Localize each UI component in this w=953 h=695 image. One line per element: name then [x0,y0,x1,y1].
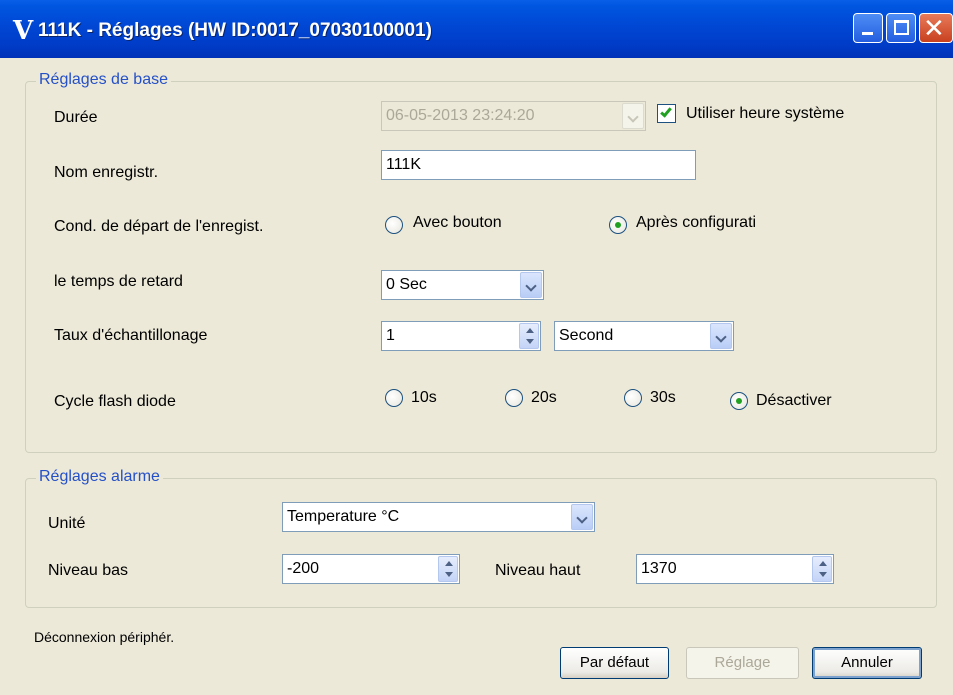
maximize-button[interactable] [886,13,916,43]
minimize-icon [862,32,873,35]
led-disable-label[interactable]: Désactiver [756,392,832,410]
record-name-value: 111K [386,156,421,173]
start-after-config-radio[interactable] [609,216,627,234]
start-with-button-radio[interactable] [385,216,403,234]
sample-rate-spinner[interactable]: 1 [381,321,541,351]
led-30s-radio[interactable] [624,389,642,407]
chevron-down-icon[interactable] [520,272,542,298]
use-system-time-label[interactable]: Utiliser heure système [686,105,844,123]
chevron-down-icon[interactable] [710,323,732,349]
led-flash-label: Cycle flash diode [54,393,176,410]
duration-value: 06-05-2013 23:24:20 [386,107,535,124]
chevron-down-icon[interactable] [571,504,593,530]
use-system-time-checkbox[interactable] [657,104,676,123]
title-bar[interactable]: V 111K - Réglages (HW ID:0017_0703010000… [0,0,953,58]
led-20s-radio[interactable] [505,389,523,407]
high-level-label: Niveau haut [495,562,581,579]
close-button[interactable]: ✕ [919,13,953,43]
cancel-button[interactable]: Annuler [812,647,922,679]
led-disable-radio[interactable] [730,392,748,410]
maximize-icon [894,20,909,35]
minimize-button[interactable] [853,13,883,43]
delay-value: 0 Sec [386,276,427,293]
record-name-input[interactable]: 111K [381,150,696,180]
alarm-settings-title: Réglages alarme [36,468,163,486]
duration-dropdown-icon [622,103,644,129]
led-30s-label[interactable]: 30s [650,389,676,407]
low-level-spinner[interactable]: -200 [282,554,460,584]
delay-label: le temps de retard [54,273,183,290]
basic-settings-title: Réglages de base [36,71,171,89]
start-condition-label: Cond. de départ de l'enregist. [54,218,264,235]
status-text: Déconnexion périphér. [34,629,175,645]
close-icon: ✕ [923,13,945,43]
apply-button[interactable]: Réglage [686,647,799,679]
unit-select[interactable]: Temperature °C [282,502,595,532]
led-10s-radio[interactable] [385,389,403,407]
sample-unit-value: Second [559,327,614,344]
spinner-arrows-icon[interactable] [812,556,832,582]
record-name-label: Nom enregistr. [54,164,159,181]
sample-rate-label: Taux d'échantillonage [54,327,208,344]
unit-value: Temperature °C [287,508,400,525]
default-button[interactable]: Par défaut [560,647,669,679]
low-level-value: -200 [287,560,320,577]
spinner-arrows-icon[interactable] [438,556,458,582]
app-logo-icon: V [13,16,34,46]
delay-select[interactable]: 0 Sec [381,270,544,300]
spinner-arrows-icon[interactable] [519,323,539,349]
unit-label: Unité [48,515,86,532]
led-20s-label[interactable]: 20s [531,389,557,407]
alarm-settings-group [25,478,937,608]
check-icon [660,105,672,118]
start-with-button-label[interactable]: Avec bouton [413,214,502,232]
sample-rate-value: 1 [386,327,395,344]
window-title: 111K - Réglages (HW ID:0017_07030100001) [38,20,432,41]
start-after-config-label[interactable]: Après configurati [636,214,756,232]
low-level-label: Niveau bas [48,562,129,579]
sample-unit-select[interactable]: Second [554,321,734,351]
high-level-value: 1370 [641,560,677,577]
duration-label: Durée [54,109,98,126]
high-level-spinner[interactable]: 1370 [636,554,834,584]
led-10s-label[interactable]: 10s [411,389,437,407]
duration-datetime-field: 06-05-2013 23:24:20 [381,101,646,131]
